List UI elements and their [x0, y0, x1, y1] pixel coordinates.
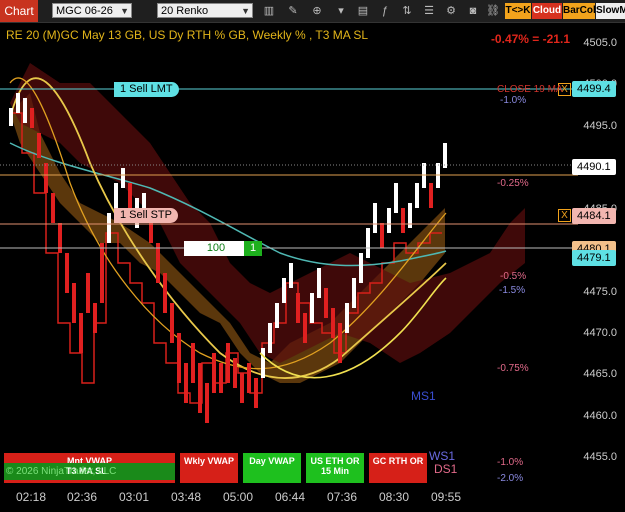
price-tick: 4475.0: [583, 286, 617, 298]
pct-label: -0.25%: [497, 178, 529, 189]
position-qty[interactable]: 100: [184, 241, 248, 256]
draw-tool-icon[interactable]: ✎: [286, 4, 300, 18]
strategy-icon[interactable]: ☰: [422, 4, 436, 18]
close-stop-icon[interactable]: X: [558, 209, 571, 222]
chevron-down-icon: ▼: [120, 6, 129, 16]
pct-label: -0.5%: [500, 271, 527, 282]
period-value: 20 Renko: [161, 5, 209, 17]
time-tick: 03:01: [118, 490, 150, 504]
sell-stop-order[interactable]: 1 Sell STP: [114, 208, 178, 223]
properties-icon[interactable]: ⚙: [444, 4, 458, 18]
period-select[interactable]: 20 Renko ▼: [157, 3, 253, 18]
pct-label: -1.0%: [500, 95, 527, 106]
t3-ma-sl-bar[interactable]: T3 MA SL © 2026 NinjaTrader, LLC: [4, 463, 175, 480]
bar-chart-icon[interactable]: ▥: [262, 4, 276, 18]
template-icon[interactable]: ▤: [356, 4, 370, 18]
time-axis[interactable]: 02:18 02:36 03:01 03:48 05:00 06:44 07:3…: [0, 486, 578, 512]
ws1-label: WS1: [429, 449, 456, 463]
price-tick: 4465.0: [583, 368, 617, 380]
dropdown-icon[interactable]: ▾: [334, 4, 348, 18]
time-tick: 05:00: [222, 490, 254, 504]
time-tick: 06:44: [274, 490, 306, 504]
day-vwap-button[interactable]: Day VWAP: [243, 453, 301, 483]
gc-rth-or-button[interactable]: GC RTH OR: [369, 453, 427, 483]
camera-icon[interactable]: ◙: [466, 4, 480, 18]
price-tick: 4495.0: [583, 120, 617, 132]
price-tick: 4505.0: [583, 37, 617, 49]
pct-label: -0.75%: [497, 363, 529, 374]
pct-label: -2.0%: [497, 473, 524, 484]
price-axis[interactable]: 4505.0 4500.0 4495.0 4485.0 4475.0 4470.…: [572, 23, 625, 483]
ma-price-label: 4479.1: [572, 250, 616, 266]
price-tick: 4470.0: [583, 327, 617, 339]
time-tick: 02:36: [66, 490, 98, 504]
time-tick: 02:18: [15, 490, 47, 504]
sell-stop-price-label: 4484.1: [572, 208, 616, 224]
time-tick: 03:48: [170, 490, 202, 504]
pct-label: -1.5%: [499, 285, 526, 296]
last-price-label: 4490.1: [572, 159, 616, 175]
cloud-button[interactable]: Cloud: [532, 3, 562, 19]
close-ma-label: CLOSE 19 MA: [497, 84, 563, 95]
order-icon[interactable]: ⇅: [400, 4, 414, 18]
us-eth-or-button[interactable]: US ETH OR 15 Min: [306, 453, 364, 483]
instrument-select[interactable]: MGC 06-26 ▼: [52, 3, 132, 18]
time-tick: 07:36: [326, 490, 358, 504]
ds1-label: DS1: [434, 462, 458, 476]
copyright-text: © 2026 NinjaTrader, LLC: [6, 466, 117, 477]
time-tick: 09:55: [430, 490, 462, 504]
wkly-vwap-button[interactable]: Wkly VWAP: [180, 453, 238, 483]
sell-limit-order[interactable]: 1 Sell LMT: [114, 82, 179, 97]
link-icon[interactable]: ⛓: [486, 4, 500, 18]
barcol-button[interactable]: BarCol: [563, 3, 596, 19]
zoom-icon[interactable]: ⊕: [310, 4, 324, 18]
ms1-label: MS1: [411, 389, 436, 403]
sell-limit-price-label: 4499.4: [572, 81, 616, 97]
pnl-readout: -0.47% = -21.1: [490, 32, 570, 46]
price-chart-canvas[interactable]: [0, 23, 578, 483]
tk-button[interactable]: T<>K: [505, 3, 531, 19]
price-tick: 4455.0: [583, 451, 617, 463]
pct-label: -1.0%: [497, 457, 524, 468]
chart-header-label: RE 20 (M)GC May 13 GB, US Dy RTH % GB, W…: [6, 28, 369, 42]
indicator-icon[interactable]: ƒ: [378, 4, 392, 18]
chart-title: Chart: [0, 0, 38, 22]
instrument-value: MGC 06-26: [56, 5, 113, 17]
chevron-down-icon: ▼: [241, 6, 250, 16]
chart-toolbar: Chart MGC 06-26 ▼ 20 Renko ▼ ▥ ✎ ⊕ ▾ ▤ ƒ…: [0, 0, 625, 23]
slowm-button[interactable]: SlowM: [596, 3, 625, 19]
time-tick: 08:30: [378, 490, 410, 504]
position-count[interactable]: 1: [244, 241, 262, 256]
price-tick: 4460.0: [583, 410, 617, 422]
